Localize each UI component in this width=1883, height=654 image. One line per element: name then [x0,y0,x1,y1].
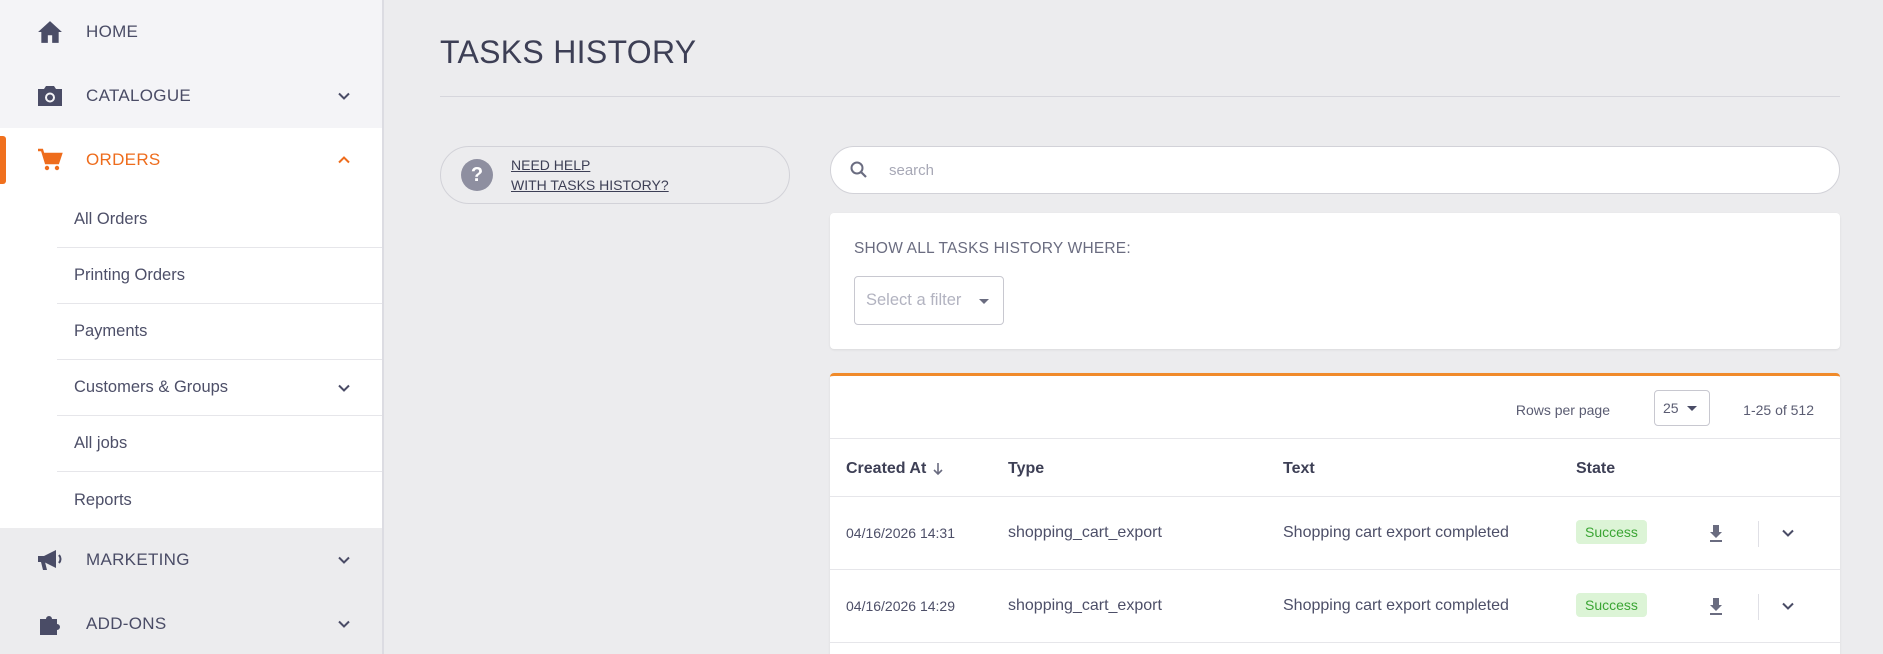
subitem-label: All Orders [74,210,148,228]
help-line-2: WITH TASKS HISTORY? [511,177,669,193]
title-divider [440,96,1840,97]
orders-submenu: All Orders Printing Orders Payments Cust… [0,192,382,528]
column-created-at[interactable]: Created At [846,460,944,478]
help-button[interactable]: ? NEED HELP WITH TASKS HISTORY? [440,146,790,204]
search-icon [849,160,869,180]
column-text: Text [1283,460,1315,477]
filter-panel: SHOW ALL TASKS HISTORY WHERE: Select a f… [830,213,1840,349]
status-badge: Success [1576,593,1647,617]
sidebar-subitem-reports[interactable]: Reports [57,472,382,528]
table-row: 04/16/2026 14:31 shopping_cart_export Sh… [830,497,1840,570]
sidebar-item-orders[interactable]: ORDERS [0,128,382,192]
caret-down-icon [1687,406,1697,411]
chevron-down-icon[interactable] [1778,523,1798,543]
cell-type: shopping_cart_export [1008,524,1162,541]
cell-created-at: 04/16/2026 14:29 [846,598,955,614]
sidebar-item-label: ADD-ONS [86,614,167,633]
cart-icon [36,146,64,174]
caret-down-icon [979,299,989,304]
chevron-down-icon[interactable] [334,550,354,570]
sidebar-subitem-all-jobs[interactable]: All jobs [57,416,382,472]
help-link[interactable]: NEED HELP WITH TASKS HISTORY? [511,155,669,195]
chevron-up-icon[interactable] [334,150,354,170]
megaphone-icon [36,546,64,574]
sidebar: HOME CATALOGUE ORDERS All Orders Printin… [0,0,384,654]
sidebar-subitem-customers-groups[interactable]: Customers & Groups [57,360,382,416]
sidebar-item-label: ORDERS [86,150,161,169]
chevron-down-icon[interactable] [334,614,354,634]
subitem-label: Printing Orders [74,266,185,284]
puzzle-icon [36,610,64,638]
sidebar-item-label: CATALOGUE [86,86,192,105]
home-icon [36,18,64,46]
filter-select[interactable]: Select a filter [854,276,1004,325]
camera-icon [36,82,64,110]
page-range: 1-25 of 512 [1743,402,1814,418]
download-icon[interactable] [1706,523,1726,543]
table-pager: Rows per page 25 1-25 of 512 [830,376,1840,439]
subitem-label: Payments [74,322,148,340]
cell-text: Shopping cart export completed [1283,597,1509,614]
sidebar-item-catalogue[interactable]: CATALOGUE [0,64,382,128]
sidebar-item-home[interactable]: HOME [0,0,382,64]
column-state: State [1576,460,1616,477]
cell-text: Shopping cart export completed [1283,524,1509,541]
download-icon[interactable] [1706,596,1726,616]
rows-per-page-label: Rows per page [1515,402,1610,418]
sidebar-subitem-all-orders[interactable]: All Orders [57,192,382,248]
sidebar-subitem-payments[interactable]: Payments [57,304,382,360]
subitem-label: Reports [74,490,132,509]
sidebar-item-marketing[interactable]: MARKETING [0,528,382,592]
column-type: Type [1008,460,1045,477]
subitem-label: Customers & Groups [74,378,229,396]
rows-per-page-value: 25 [1663,400,1679,416]
divider [1758,521,1759,547]
status-badge: Success [1576,520,1647,544]
table-header: Created At Type Text State [830,439,1840,497]
cell-type: shopping_cart_export [1008,597,1162,614]
tasks-table: Rows per page 25 1-25 of 512 Created At … [830,373,1840,654]
filter-placeholder: Select a filter [866,291,962,309]
search-input[interactable] [889,161,1489,179]
chevron-down-icon[interactable] [1778,596,1798,616]
sidebar-item-add-ons[interactable]: ADD-ONS [0,592,382,654]
rows-per-page-select[interactable]: 25 [1654,390,1710,426]
help-line-1: NEED HELP [511,157,591,173]
table-row: 04/16/2026 14:29 shopping_cart_export Sh… [830,570,1840,643]
question-icon: ? [461,159,493,191]
arrow-down-icon [932,462,944,476]
sidebar-subitem-printing-orders[interactable]: Printing Orders [57,248,382,304]
chevron-down-icon[interactable] [334,378,354,398]
chevron-down-icon[interactable] [334,86,354,106]
subitem-label: All jobs [74,434,128,452]
cell-created-at: 04/16/2026 14:31 [846,525,955,541]
main-content: TASKS HISTORY ? NEED HELP WITH TASKS HIS… [384,0,1883,654]
filter-heading: SHOW ALL TASKS HISTORY WHERE: [854,240,1131,257]
sidebar-item-label: HOME [86,22,139,41]
search-bar [830,146,1840,194]
page-title: TASKS HISTORY [440,34,697,70]
divider [1758,594,1759,620]
sidebar-item-label: MARKETING [86,550,190,569]
column-label: Created At [846,460,927,477]
